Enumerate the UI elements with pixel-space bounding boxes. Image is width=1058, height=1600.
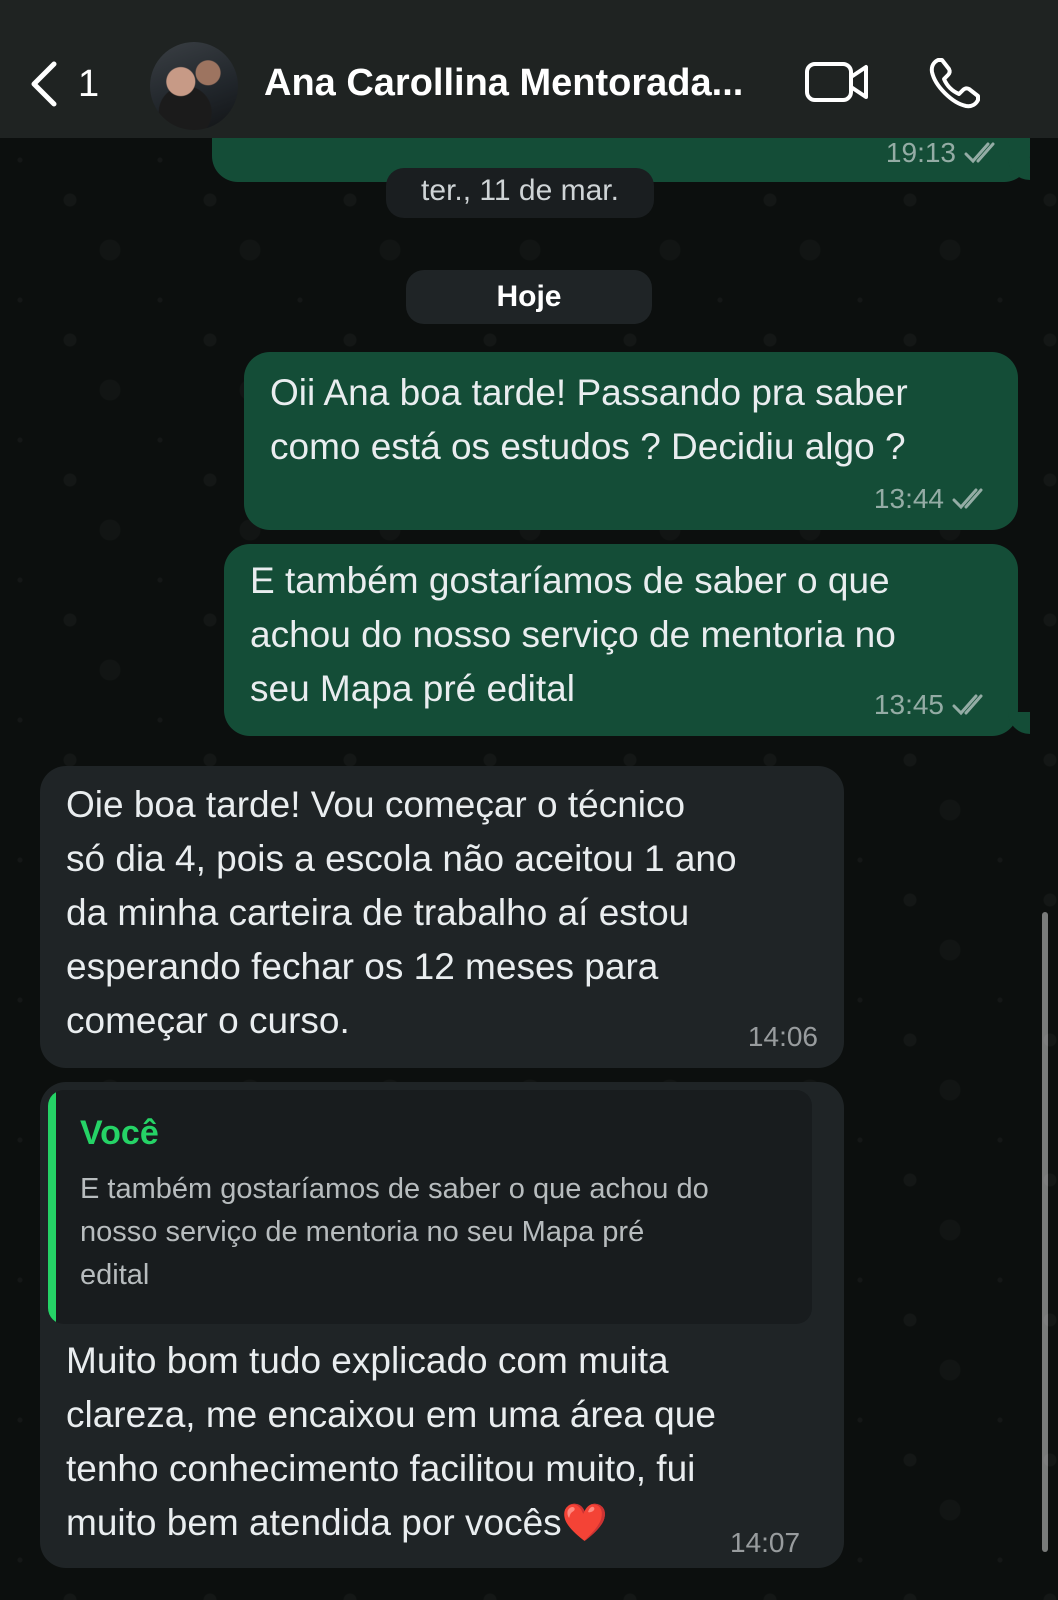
reply-quote[interactable]: Você E também gostaríamos de saber o que… bbox=[48, 1090, 812, 1324]
message-text: Oie boa tarde! Vou começar o técnico só … bbox=[66, 784, 737, 1041]
contact-name[interactable]: Ana Carollina Mentorada... bbox=[264, 62, 743, 105]
back-button[interactable]: 1 bbox=[28, 58, 99, 110]
message-bubble-outgoing[interactable]: E também gostaríamos de saber o que acho… bbox=[224, 544, 1018, 736]
message-time: 13:45 bbox=[873, 689, 944, 720]
date-separator: ter., 11 de mar. bbox=[386, 168, 654, 218]
phone-icon[interactable] bbox=[928, 56, 982, 110]
message-meta: 13:45 bbox=[874, 690, 992, 720]
date-separator-today: Hoje bbox=[406, 270, 652, 324]
video-call-icon[interactable] bbox=[804, 60, 870, 104]
heart-emoji-icon: ❤️ bbox=[561, 1502, 608, 1543]
reply-text: E também gostaríamos de saber o que acho… bbox=[80, 1173, 709, 1291]
double-check-icon bbox=[952, 488, 983, 510]
reply-author: Você bbox=[80, 1114, 159, 1152]
message-time: 13:44 bbox=[873, 483, 944, 514]
double-check-icon bbox=[952, 694, 983, 716]
message-text: Oii Ana boa tarde! Passando pra saber co… bbox=[270, 372, 908, 467]
message-meta: 13:44 bbox=[874, 484, 992, 514]
avatar[interactable] bbox=[150, 42, 238, 130]
reply-accent-bar bbox=[48, 1090, 56, 1324]
message-time: 19:13 bbox=[885, 137, 956, 168]
message-meta: 14:06 bbox=[748, 1022, 818, 1052]
unread-count: 1 bbox=[78, 62, 100, 105]
scrollbar[interactable] bbox=[1042, 912, 1048, 1552]
message-time: 14:06 bbox=[747, 1021, 818, 1052]
chat-header: 1 Ana Carollina Mentorada... bbox=[0, 0, 1058, 138]
message-text: Muito bom tudo explicado com muita clare… bbox=[66, 1340, 716, 1543]
message-meta: 19:13 bbox=[886, 138, 1004, 168]
double-check-icon bbox=[964, 142, 995, 164]
message-time: 14:07 bbox=[730, 1527, 801, 1558]
message-body: Muito bom tudo explicado com muita clare… bbox=[40, 1334, 800, 1550]
back-chevron-icon bbox=[31, 61, 57, 107]
message-bubble-outgoing[interactable]: Oii Ana boa tarde! Passando pra saber co… bbox=[244, 352, 1018, 530]
message-meta: 14:07 bbox=[730, 1528, 800, 1558]
message-bubble-incoming[interactable]: Oie boa tarde! Vou começar o técnico só … bbox=[40, 766, 844, 1068]
